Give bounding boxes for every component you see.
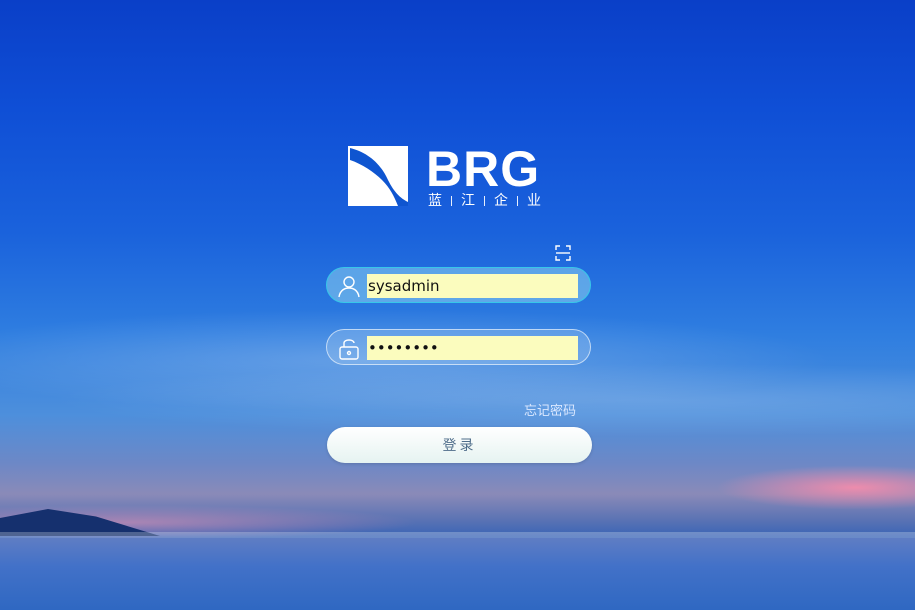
brand-tagline-char: 江: [461, 193, 475, 209]
password-input[interactable]: [367, 336, 578, 360]
lock-icon: [337, 336, 361, 360]
username-input[interactable]: [367, 274, 578, 298]
background-water: [0, 538, 915, 610]
brand-tagline-char: 蓝: [428, 193, 442, 209]
background-sunset-glow: [715, 465, 915, 510]
brand-tagline-char: 业: [527, 193, 541, 209]
brand-tagline: 蓝江企业: [428, 190, 541, 210]
username-field[interactable]: [326, 267, 591, 303]
scan-icon[interactable]: [555, 245, 571, 261]
brand-tagline-char: 企: [494, 193, 508, 209]
password-field[interactable]: [326, 329, 591, 365]
login-button[interactable]: 登录: [327, 427, 592, 463]
user-icon: [337, 274, 361, 298]
brand-logo-mark: [348, 146, 408, 206]
forgot-password-link[interactable]: 忘记密码: [524, 400, 576, 419]
